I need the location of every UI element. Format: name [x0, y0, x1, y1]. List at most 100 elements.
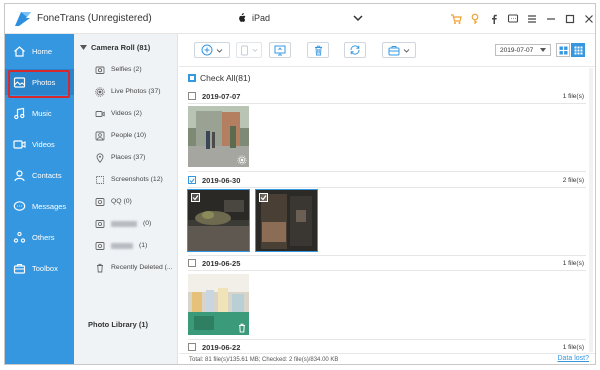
group-checkbox[interactable]: [188, 343, 196, 351]
camera-roll-header[interactable]: Camera Roll (81): [80, 43, 150, 52]
sidebar-item-label: Music: [32, 108, 52, 118]
list-view-button[interactable]: [556, 43, 570, 57]
category-recently-deleted[interactable]: Recently Deleted (...: [94, 262, 173, 273]
grid-view-button[interactable]: [571, 43, 585, 57]
sidebar-item-others[interactable]: Others: [5, 224, 74, 250]
check-all[interactable]: Check All(81): [188, 73, 251, 83]
chevron-down-icon[interactable]: [352, 12, 364, 24]
trash-icon: [94, 262, 105, 273]
category-screenshots[interactable]: Screenshots (12): [94, 174, 163, 185]
maximize-icon[interactable]: [564, 12, 576, 25]
feedback-icon[interactable]: [507, 12, 519, 25]
grid-large-icon: [559, 46, 567, 54]
close-icon[interactable]: [583, 12, 595, 25]
chevron-down-icon: [216, 48, 223, 53]
sidebar-item-toolbox[interactable]: Toolbox: [5, 255, 74, 281]
category-people[interactable]: People (10): [94, 130, 146, 141]
date-group-header: 2019-06-22 1 file(s): [188, 341, 586, 353]
grid-small-icon: [574, 46, 582, 54]
sidebar-item-label: Contacts: [32, 170, 62, 180]
phone-export-icon: [241, 45, 248, 55]
sidebar-item-label: Toolbox: [32, 263, 58, 273]
sidebar-item-music[interactable]: Music: [5, 100, 74, 126]
sidebar-item-label: Messages: [32, 201, 67, 211]
category-live-photos[interactable]: Live Photos (37): [94, 86, 161, 97]
menu-icon[interactable]: [526, 12, 538, 25]
facebook-icon[interactable]: [488, 12, 500, 25]
dropdown-caret-icon: [540, 48, 546, 52]
collapse-triangle-icon: [80, 45, 87, 50]
refresh-icon: [350, 45, 360, 55]
main-content: 2019-07-07 Check All(81) 2019-07-07 1 fi…: [179, 34, 595, 364]
album-icon: [94, 196, 105, 207]
category-selfies[interactable]: Selfies (2): [94, 64, 142, 75]
group-divider: [188, 103, 586, 104]
refresh-button[interactable]: [344, 42, 366, 58]
group-date: 2019-06-30: [202, 175, 241, 185]
photo-library-header[interactable]: Photo Library (1): [88, 320, 148, 329]
device-name: iPad: [252, 13, 271, 23]
more-tools-button[interactable]: [382, 42, 416, 58]
toolbox-icon: [12, 261, 26, 275]
date-filter-select[interactable]: 2019-07-07: [495, 44, 551, 56]
live-photo-badge-icon: [237, 155, 247, 165]
selfie-icon: [94, 64, 105, 75]
photo-checkbox[interactable]: [259, 193, 268, 202]
category-places[interactable]: Places (37): [94, 152, 145, 163]
category-panel: Camera Roll (81) Selfies (2) Live Photos…: [74, 34, 178, 364]
apple-icon: [239, 13, 246, 22]
status-text: Total: 81 file(s)/135.61 MB; Checked: 2 …: [189, 357, 339, 363]
key-icon[interactable]: [469, 12, 481, 25]
blurred-album-name: [111, 220, 137, 227]
category-videos[interactable]: Videos (2): [94, 108, 142, 119]
album-icon: [94, 218, 105, 229]
group-checkbox[interactable]: [188, 92, 196, 100]
contacts-icon: [12, 168, 26, 182]
video-icon: [94, 108, 105, 119]
video-icon: [12, 137, 26, 151]
category-qq[interactable]: QQ (0): [94, 196, 132, 207]
date-group-header: 2019-06-30 2 file(s): [188, 174, 586, 186]
sidebar-item-photos[interactable]: Photos: [5, 69, 74, 98]
cart-icon[interactable]: [450, 12, 462, 25]
group-count: 2 file(s): [562, 176, 584, 184]
sidebar-item-label: Home: [32, 46, 53, 56]
check-all-checkbox[interactable]: [188, 74, 196, 82]
photo-checkbox[interactable]: [191, 193, 200, 202]
minimize-icon[interactable]: [545, 12, 557, 25]
live-photos-icon: [94, 86, 105, 97]
sidebar-item-home[interactable]: Home: [5, 38, 74, 64]
group-divider: [188, 270, 586, 271]
group-date: 2019-07-07: [202, 91, 241, 101]
photo-thumbnail[interactable]: [188, 274, 249, 335]
delete-button[interactable]: [307, 42, 329, 58]
group-divider: [188, 171, 586, 172]
group-count: 1 file(s): [562, 92, 584, 100]
category-album-hidden-2[interactable]: (1): [94, 240, 147, 251]
group-date: 2019-06-22: [202, 342, 241, 352]
sidebar-item-label: Videos: [32, 139, 55, 149]
sidebar-item-label: Photos: [32, 77, 56, 87]
app-title: FoneTrans (Unregistered): [37, 13, 152, 24]
monitor-export-icon: [274, 45, 286, 55]
group-checkbox[interactable]: [188, 259, 196, 267]
category-album-hidden-1[interactable]: (0): [94, 218, 151, 229]
chevron-down-icon: [403, 48, 410, 53]
export-pc-button[interactable]: [269, 42, 291, 58]
people-icon: [94, 130, 105, 141]
scrollbar[interactable]: [589, 68, 593, 352]
export-device-button[interactable]: [236, 42, 262, 58]
photo-thumbnail[interactable]: [255, 189, 318, 252]
photo-thumbnail[interactable]: [187, 189, 250, 252]
data-lost-link[interactable]: Data lost?: [557, 355, 589, 362]
group-checkbox[interactable]: [188, 176, 196, 184]
trash-badge-icon: [237, 323, 247, 333]
screenshot-icon: [94, 174, 105, 185]
photo-thumbnail[interactable]: [188, 106, 249, 167]
sidebar-item-videos[interactable]: Videos: [5, 131, 74, 157]
group-date: 2019-06-25: [202, 258, 241, 268]
sidebar-item-messages[interactable]: Messages: [5, 193, 74, 219]
device-selector[interactable]: iPad: [237, 13, 270, 23]
sidebar-item-contacts[interactable]: Contacts: [5, 162, 74, 188]
add-button[interactable]: [194, 42, 230, 58]
